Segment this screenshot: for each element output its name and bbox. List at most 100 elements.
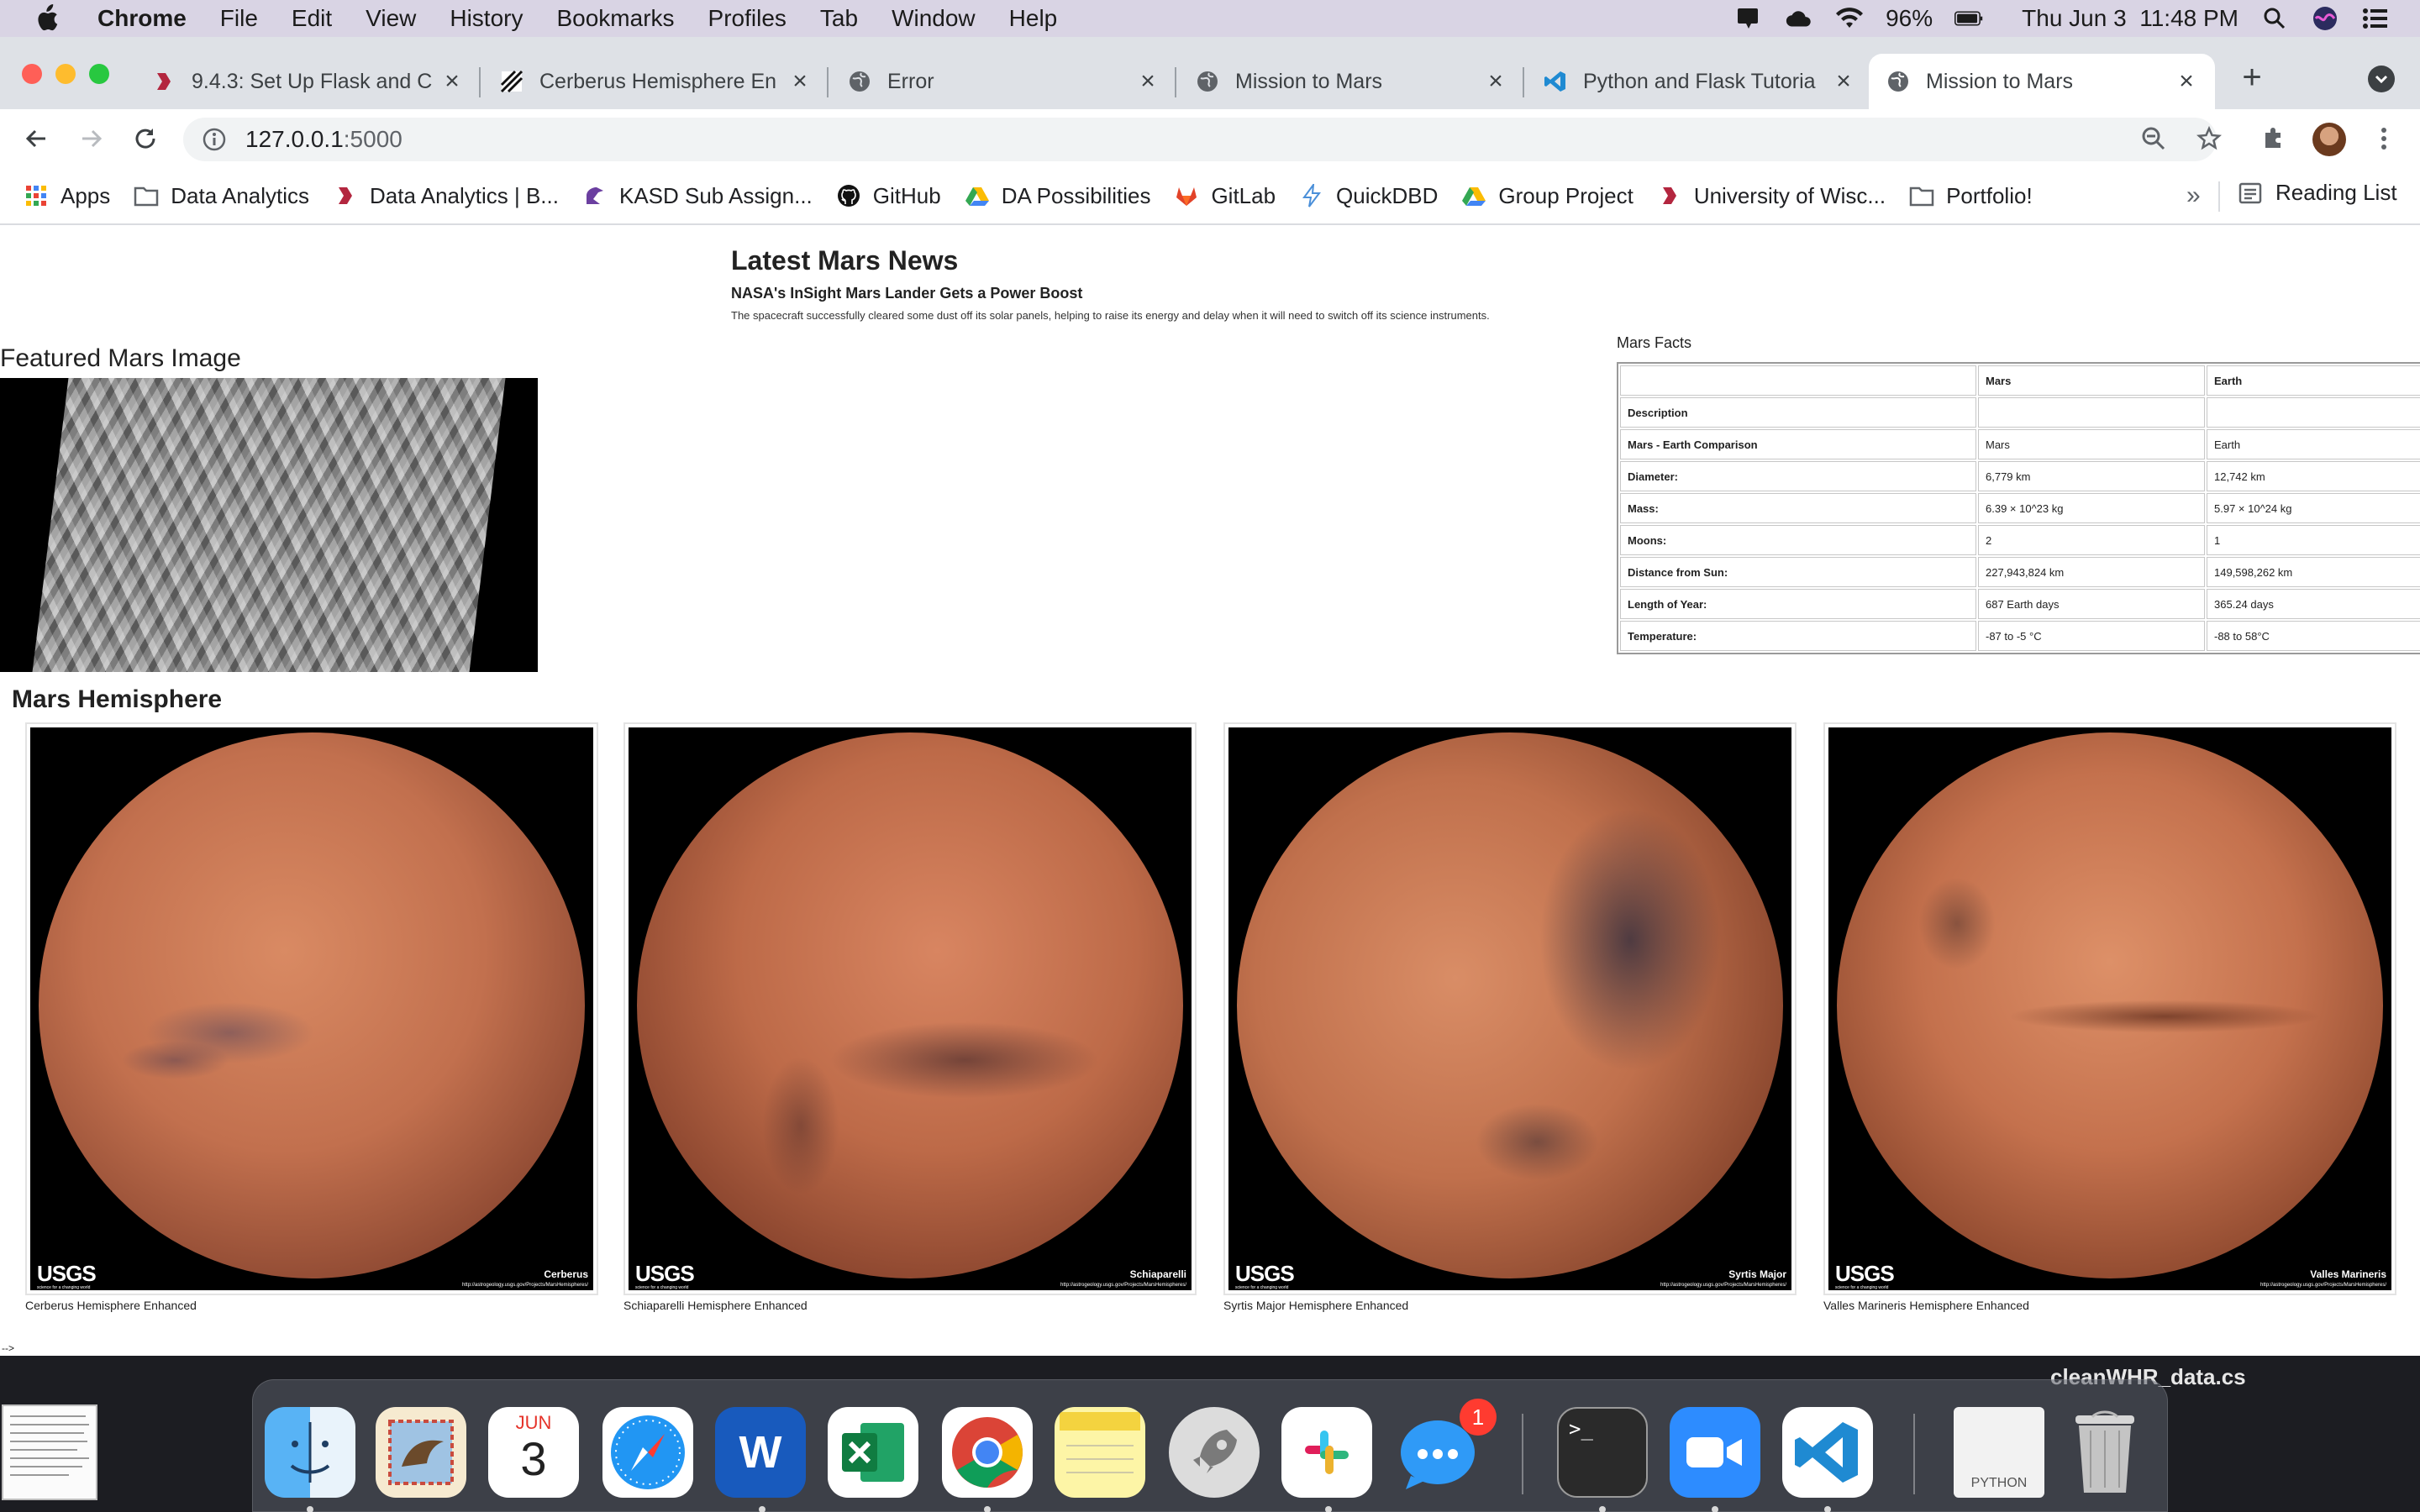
- facts-heading: Mars Facts: [1617, 334, 1692, 351]
- menu-help[interactable]: Help: [1009, 5, 1058, 32]
- excel-icon[interactable]: [828, 1407, 918, 1498]
- tab-error[interactable]: Error ×: [830, 54, 1176, 109]
- profile-avatar[interactable]: [2312, 123, 2346, 156]
- tab-cerberus[interactable]: Cerberus Hemisphere En ×: [482, 54, 829, 109]
- running-indicator: [307, 1506, 313, 1512]
- menu-app-name[interactable]: Chrome: [97, 5, 187, 32]
- battery-icon[interactable]: [1954, 7, 1983, 30]
- apple-icon[interactable]: [34, 4, 67, 33]
- icloud-icon[interactable]: [1785, 7, 1813, 30]
- bookmarks-overflow-button[interactable]: »: [2186, 181, 2201, 210]
- address-bar[interactable]: 127.0.0.1:5000: [183, 118, 2217, 161]
- bcs-icon: [151, 69, 176, 94]
- mail-icon[interactable]: [376, 1407, 466, 1498]
- menu-tab[interactable]: Tab: [820, 5, 858, 32]
- table-cell: 6,779 km: [1978, 461, 2205, 491]
- word-icon[interactable]: W: [715, 1407, 806, 1498]
- launchpad-icon[interactable]: [1169, 1407, 1260, 1498]
- page-footer-text: -->: [2, 1342, 14, 1354]
- control-center-icon[interactable]: [2361, 7, 2390, 30]
- menubar-clock[interactable]: Thu Jun 3 11:48 PM: [2022, 5, 2238, 32]
- forward-button[interactable]: [72, 119, 111, 158]
- bookmark-star-icon[interactable]: [2190, 119, 2228, 158]
- reading-list-button[interactable]: Reading List: [2238, 180, 2397, 206]
- github-icon: [836, 183, 861, 208]
- table-row: Mass: 6.39 × 10^23 kg 5.97 × 10^24 kg: [1620, 493, 2420, 523]
- menu-history[interactable]: History: [450, 5, 523, 32]
- table-row-label: Length of Year:: [1620, 589, 1976, 619]
- chrome-menu-icon[interactable]: [2365, 119, 2403, 158]
- tab-close-icon[interactable]: ×: [440, 67, 464, 95]
- calendar-icon[interactable]: JUN 3: [488, 1407, 579, 1498]
- window-zoom-button[interactable]: [89, 64, 109, 84]
- trash-icon[interactable]: [2060, 1407, 2150, 1498]
- bookmark-github[interactable]: GitHub: [836, 183, 941, 209]
- tab-close-icon[interactable]: ×: [1484, 67, 1507, 95]
- menu-window[interactable]: Window: [892, 5, 976, 32]
- mars-facts-table: Mars Earth Description Mars - Earth Comp…: [1617, 362, 2420, 654]
- globe-icon: [1886, 69, 1911, 94]
- siri-icon[interactable]: [2311, 7, 2339, 30]
- extensions-icon[interactable]: [2254, 119, 2292, 158]
- tab-close-icon[interactable]: ×: [1136, 67, 1160, 95]
- bookmark-kasd[interactable]: KASD Sub Assign...: [582, 183, 813, 209]
- table-cell: 6.39 × 10^23 kg: [1978, 493, 2205, 523]
- hemisphere-image-url: http://astrogeology.usgs.gov/Projects/Ma…: [1060, 1283, 1186, 1288]
- table-cell: -88 to 58°C: [2207, 621, 2420, 651]
- table-cell: 149,598,262 km: [2207, 557, 2420, 587]
- tab-close-icon[interactable]: ×: [788, 67, 812, 95]
- table-row-label: Temperature:: [1620, 621, 1976, 651]
- zoom-icon[interactable]: [2134, 119, 2173, 158]
- new-tab-button[interactable]: +: [2237, 59, 2267, 96]
- menu-view[interactable]: View: [366, 5, 416, 32]
- bookmark-da-possibilities[interactable]: DA Possibilities: [965, 182, 1151, 209]
- bookmark-data-analytics-folder[interactable]: Data Analytics: [134, 183, 309, 209]
- back-button[interactable]: [17, 119, 55, 158]
- bookmark-university[interactable]: University of Wisc...: [1657, 183, 1886, 209]
- python-file-icon[interactable]: PYTHON: [1954, 1407, 2044, 1498]
- menu-profiles[interactable]: Profiles: [708, 5, 786, 32]
- tab-mission-to-mars-1[interactable]: Mission to Mars ×: [1178, 54, 1524, 109]
- screenshot-thumbnail[interactable]: [2, 1404, 97, 1500]
- bookmark-data-analytics-bcs[interactable]: Data Analytics | B...: [333, 183, 559, 209]
- tab-close-icon[interactable]: ×: [1832, 67, 1855, 95]
- chrome-icon[interactable]: [942, 1407, 1033, 1498]
- site-info-icon[interactable]: [202, 127, 227, 152]
- menu-file[interactable]: File: [220, 5, 258, 32]
- menu-edit[interactable]: Edit: [292, 5, 332, 32]
- url-text[interactable]: 127.0.0.1:5000: [245, 126, 402, 153]
- bookmark-portfolio-folder[interactable]: Portfolio!: [1909, 183, 2033, 209]
- tab-close-icon[interactable]: ×: [2175, 67, 2198, 95]
- notification-icon[interactable]: [1734, 7, 1763, 30]
- vscode-icon[interactable]: [1782, 1407, 1873, 1498]
- zoom-app-icon[interactable]: [1670, 1407, 1760, 1498]
- spotlight-search-icon[interactable]: [2260, 7, 2289, 30]
- bookmark-gitlab[interactable]: GitLab: [1174, 183, 1276, 209]
- hemisphere-card-cerberus: USGS science for a changing world Cerber…: [25, 722, 598, 1312]
- menu-bookmarks[interactable]: Bookmarks: [556, 5, 674, 32]
- finder-icon[interactable]: [265, 1407, 355, 1498]
- table-row-label: Mars - Earth Comparison: [1620, 429, 1976, 459]
- mars-dunes-image: [32, 378, 506, 672]
- bookmark-quickdbd[interactable]: QuickDBD: [1299, 183, 1438, 209]
- terminal-icon[interactable]: >_: [1557, 1407, 1648, 1498]
- reload-button[interactable]: [126, 119, 165, 158]
- usgs-logo: USGS: [1835, 1261, 1895, 1286]
- tab-search-button[interactable]: [2368, 66, 2395, 92]
- tab-mission-to-mars-active[interactable]: Mission to Mars ×: [1869, 54, 2215, 109]
- slack-icon[interactable]: [1281, 1407, 1372, 1498]
- window-minimize-button[interactable]: [55, 64, 76, 84]
- tab-python-flask[interactable]: Python and Flask Tutoria ×: [1526, 54, 1872, 109]
- bookmark-apps[interactable]: Apps: [24, 183, 110, 209]
- table-cell: -87 to -5 °C: [1978, 621, 2205, 651]
- bookmark-label: DA Possibilities: [1001, 182, 1151, 208]
- safari-icon[interactable]: [602, 1407, 693, 1498]
- bookmark-group-project[interactable]: Group Project: [1461, 183, 1634, 209]
- tab-separator: [1523, 67, 1524, 97]
- wifi-icon[interactable]: [1835, 7, 1864, 30]
- window-close-button[interactable]: [22, 64, 42, 84]
- tab-flask-setup[interactable]: 9.4.3: Set Up Flask and C ×: [134, 54, 481, 109]
- notes-icon[interactable]: [1055, 1407, 1145, 1498]
- messages-badge: 1: [1460, 1399, 1497, 1436]
- mars-planet-image: [1837, 732, 2383, 1278]
